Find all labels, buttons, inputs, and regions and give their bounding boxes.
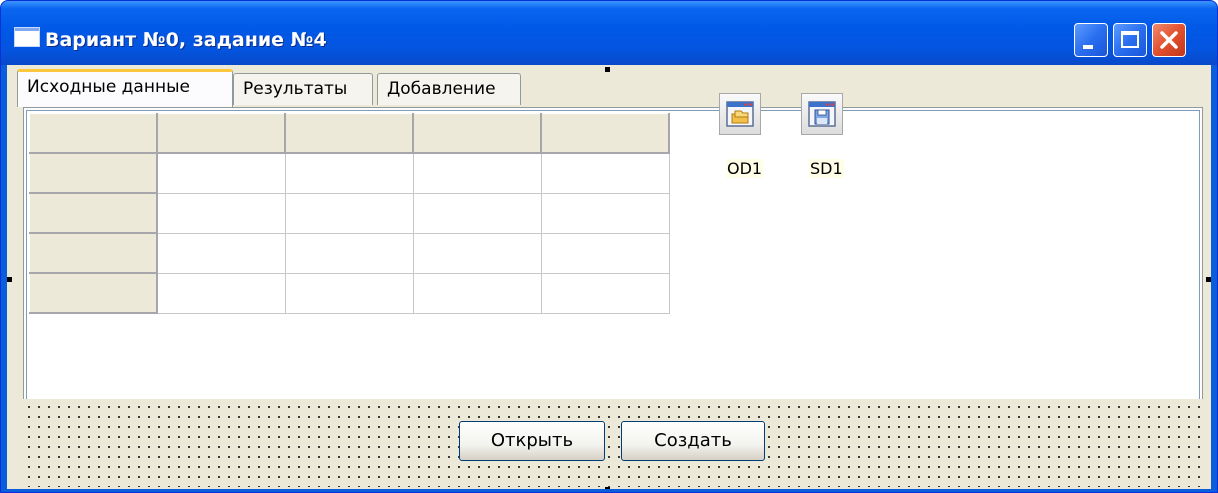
fixed-cell xyxy=(412,113,542,154)
minimize-button[interactable] xyxy=(1074,23,1108,57)
fixed-cell xyxy=(29,192,158,234)
selection-grip[interactable] xyxy=(7,277,12,282)
open-dialog-label: OD1 xyxy=(726,159,764,178)
fixed-cell xyxy=(29,152,158,194)
tab-add[interactable]: Добавление xyxy=(377,73,521,105)
fixed-cell xyxy=(29,113,158,154)
fixed-cell xyxy=(29,232,158,274)
open-dialog-component[interactable] xyxy=(719,93,761,135)
grid-cell[interactable] xyxy=(156,272,286,314)
selection-grip[interactable] xyxy=(605,67,610,72)
grid-cell[interactable] xyxy=(284,272,414,314)
title-bar[interactable]: Вариант №0, задание №4 xyxy=(1,1,1217,65)
grid-cell[interactable] xyxy=(284,152,414,194)
grid-cell[interactable] xyxy=(540,272,670,314)
maximize-button[interactable] xyxy=(1113,23,1147,57)
tab-results[interactable]: Результаты xyxy=(233,73,373,105)
window-title: Вариант №0, задание №4 xyxy=(45,29,327,51)
string-grid[interactable] xyxy=(29,113,670,314)
save-dialog-icon xyxy=(808,101,836,127)
grid-cell[interactable] xyxy=(412,192,542,234)
selection-grip[interactable] xyxy=(1206,277,1211,282)
grid-cell[interactable] xyxy=(540,192,670,234)
window-icon xyxy=(14,27,40,47)
grid-cell[interactable] xyxy=(540,152,670,194)
app-window: Вариант №0, задание №4 Исходные данные Р… xyxy=(0,0,1218,493)
table-row xyxy=(29,113,670,154)
create-button[interactable]: Создать xyxy=(621,421,765,461)
table-row xyxy=(29,232,670,274)
table-row xyxy=(29,152,670,194)
fixed-cell xyxy=(156,113,286,154)
grid-cell[interactable] xyxy=(156,232,286,274)
grid-cell[interactable] xyxy=(412,152,542,194)
form-client-area: Исходные данные Результаты Добавление OD… xyxy=(7,65,1211,489)
grid-cell[interactable] xyxy=(284,192,414,234)
grid-cell[interactable] xyxy=(156,152,286,194)
table-row xyxy=(29,272,670,314)
save-dialog-label: SD1 xyxy=(809,159,844,178)
open-dialog-icon xyxy=(726,101,754,127)
fixed-cell xyxy=(29,272,158,314)
grid-cell[interactable] xyxy=(412,272,542,314)
button-panel xyxy=(21,399,1205,487)
grid-cell[interactable] xyxy=(284,232,414,274)
minimize-icon xyxy=(1083,45,1093,49)
fixed-cell xyxy=(284,113,414,154)
grid-cell[interactable] xyxy=(540,232,670,274)
grid-cell[interactable] xyxy=(156,192,286,234)
grid-cell[interactable] xyxy=(412,232,542,274)
fixed-cell xyxy=(540,113,670,154)
tab-source-data[interactable]: Исходные данные xyxy=(17,69,233,107)
table-row xyxy=(29,192,670,234)
maximize-icon xyxy=(1121,31,1139,48)
close-icon xyxy=(1160,31,1178,49)
open-button[interactable]: Открыть xyxy=(459,421,605,461)
close-button[interactable] xyxy=(1152,23,1186,57)
save-dialog-component[interactable] xyxy=(801,93,843,135)
